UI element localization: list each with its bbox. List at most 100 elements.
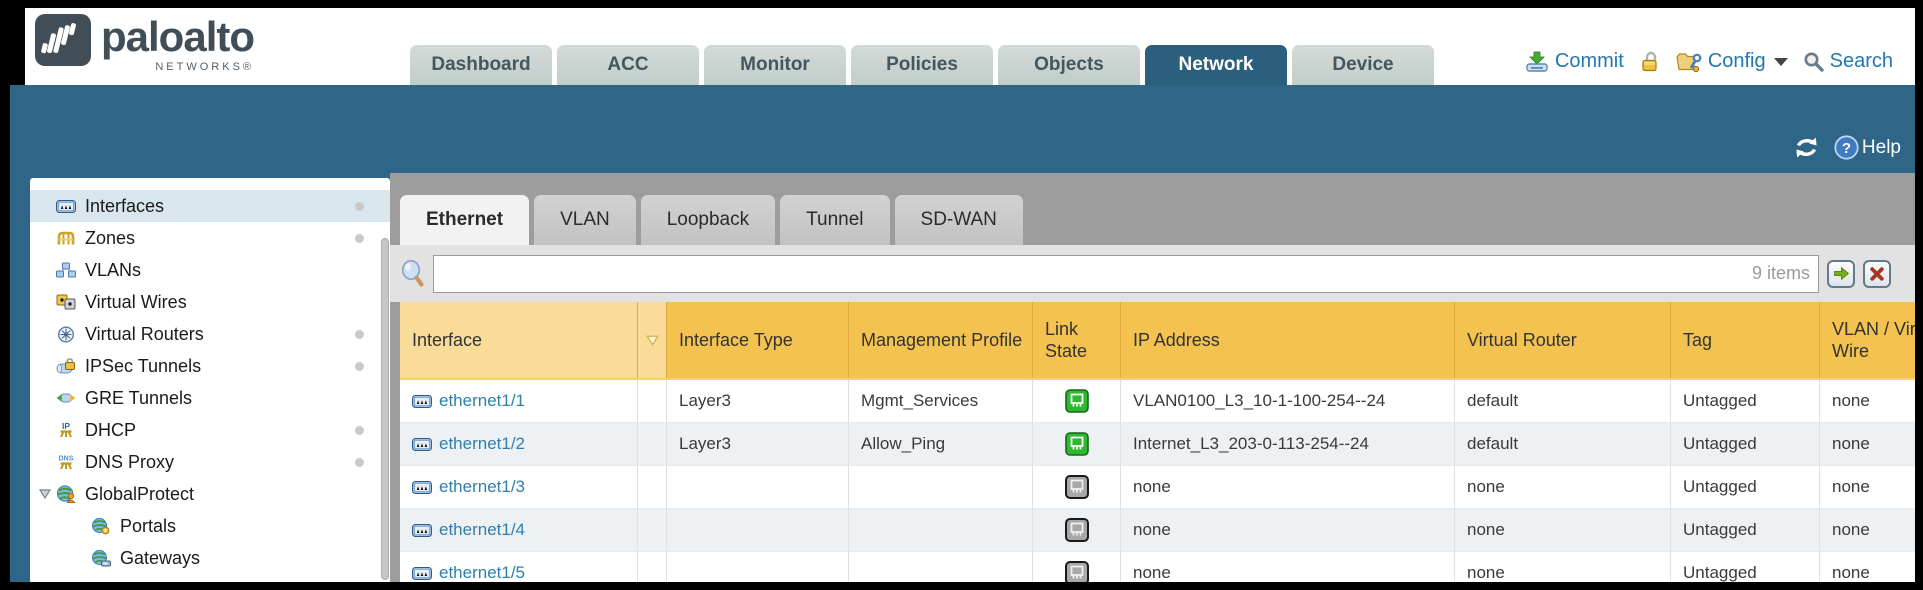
column-header-link[interactable]: Link State [1033,302,1121,378]
link-up-icon [1065,432,1089,456]
gre-icon [55,390,77,406]
subtab-sd-wan[interactable]: SD-WAN [895,195,1023,245]
portals-icon [90,518,112,535]
interface-link[interactable]: ethernet1/1 [412,391,525,411]
band-tools: ? Help [1793,135,1901,160]
nav-tab-dashboard[interactable]: Dashboard [410,45,552,85]
cell-interface: ethernet1/1 [400,380,638,423]
nav-tab-policies[interactable]: Policies [851,45,993,85]
sidebar-item-virtual-wires[interactable]: Virtual Wires [30,286,390,318]
column-header-vr[interactable]: Virtual Router [1455,302,1671,378]
nav-tab-monitor[interactable]: Monitor [704,45,846,85]
lock-icon[interactable] [1639,51,1661,73]
nav-tab-device[interactable]: Device [1292,45,1434,85]
interface-icon [412,567,432,580]
cell-tag: Untagged [1671,380,1820,423]
nav-tab-network[interactable]: Network [1145,45,1287,85]
sidebar-item-gre-tunnels[interactable]: GRE Tunnels [30,382,390,414]
sidebar-item-label: Zones [85,228,135,249]
cell-link-state [1033,466,1121,509]
table-row-ethernet1-1[interactable]: ethernet1/1Layer3Mgmt_ServicesVLAN0100_L… [400,380,1915,423]
cell-vlan: none [1820,380,1915,423]
interface-link[interactable]: ethernet1/5 [412,563,525,582]
config-menu[interactable]: Config [1676,50,1788,73]
search-button[interactable]: Search [1803,50,1893,73]
sidebar-item-dns-proxy[interactable]: DNSDNS Proxy [30,446,390,478]
sidebar-item-vlans[interactable]: VLANs [30,254,390,286]
sidebar-item-interfaces[interactable]: Interfaces [30,190,390,222]
help-icon: ? [1834,135,1859,160]
help-label: Help [1862,137,1901,159]
sidebar-item-virtual-routers[interactable]: Virtual Routers [30,318,390,350]
table-row-ethernet1-5[interactable]: ethernet1/5nonenoneUntaggednone [400,552,1915,582]
sidebar-item-gateways[interactable]: Gateways [30,542,390,574]
status-dot [355,202,364,211]
cell-interface: ethernet1/3 [400,466,638,509]
virtual-routers-icon [55,326,77,343]
interfaces-table: Interface Interface TypeManagement Profil… [400,302,1915,582]
sidebar-item-portals[interactable]: Portals [30,510,390,542]
cell-tag: Untagged [1671,466,1820,509]
sidebar: Interfaces Zones VLANs Virtual Wires Virtual… [30,178,390,582]
column-header-interface[interactable]: Interface [400,302,638,378]
subtab-tunnel[interactable]: Tunnel [780,195,889,245]
sidebar-item-label: Gateways [120,548,200,569]
subtab-loopback[interactable]: Loopback [641,195,775,245]
cell-interface: ethernet1/5 [400,552,638,582]
column-header-vlan[interactable]: VLAN / Virtual Wire [1820,302,1915,378]
interface-subtabs: EthernetVLANLoopbackTunnelSD-WAN [400,195,1023,245]
refresh-icon[interactable] [1793,136,1820,159]
interface-link[interactable]: ethernet1/4 [412,520,525,540]
vlans-icon [55,262,77,278]
status-dot [355,426,364,435]
interface-name: ethernet1/5 [439,563,525,582]
sidebar-scrollbar[interactable] [381,238,389,580]
sort-dropdown-button[interactable] [638,302,667,378]
search-icon [1803,51,1824,72]
expand-triangle-icon[interactable] [35,488,55,500]
commit-icon [1525,51,1549,73]
table-row-ethernet1-4[interactable]: ethernet1/4nonenoneUntaggednone [400,509,1915,552]
sidebar-item-label: IPSec Tunnels [85,356,201,377]
table-body: ethernet1/1Layer3Mgmt_ServicesVLAN0100_L… [400,380,1915,582]
column-header-profile[interactable]: Management Profile [849,302,1033,378]
sidebar-item-zones[interactable]: Zones [30,222,390,254]
commit-button[interactable]: Commit [1525,50,1624,73]
interface-link[interactable]: ethernet1/2 [412,434,525,454]
ipsec-icon [55,358,77,375]
config-icon [1676,51,1702,73]
apply-filter-button[interactable] [1827,260,1855,288]
nav-tab-acc[interactable]: ACC [557,45,699,85]
filter-search-icon [400,260,425,287]
sidebar-item-label: Virtual Wires [85,292,187,313]
interface-link[interactable]: ethernet1/3 [412,477,525,497]
help-button[interactable]: ? Help [1834,135,1901,160]
dns-icon: DNS [55,453,77,471]
column-header-tag[interactable]: Tag [1671,302,1820,378]
sidebar-item-ipsec-tunnels[interactable]: IPSec Tunnels [30,350,390,382]
search-label: Search [1830,50,1893,73]
table-row-ethernet1-3[interactable]: ethernet1/3nonenoneUntaggednone [400,466,1915,509]
sidebar-item-globalprotect[interactable]: GlobalProtect [30,478,390,510]
sidebar-item-dhcp[interactable]: IPDHCP [30,414,390,446]
status-dot [355,330,364,339]
cell-type: Layer3 [667,380,849,423]
table-row-ethernet1-2[interactable]: ethernet1/2Layer3Allow_PingInternet_L3_2… [400,423,1915,466]
cell-profile: Mgmt_Services [849,380,1033,423]
subtab-vlan[interactable]: VLAN [534,195,636,245]
column-header-ip[interactable]: IP Address [1121,302,1455,378]
interface-icon [412,438,432,451]
clear-filter-button[interactable] [1863,260,1891,288]
sidebar-item-label: GRE Tunnels [85,388,192,409]
sidebar-item-label: GlobalProtect [85,484,194,505]
interface-name: ethernet1/3 [439,477,525,497]
subtab-ethernet[interactable]: Ethernet [400,195,529,245]
globalprotect-icon [55,485,77,503]
item-count: 9 items [1752,263,1818,284]
filter-input[interactable] [434,256,1752,292]
top-bar: paloalto NETWORKS® DashboardACCMonitorPo… [25,8,1915,85]
sidebar-list: Interfaces Zones VLANs Virtual Wires Virtual… [30,178,390,574]
nav-tab-objects[interactable]: Objects [998,45,1140,85]
interface-name: ethernet1/1 [439,391,525,411]
column-header-type[interactable]: Interface Type [667,302,849,378]
